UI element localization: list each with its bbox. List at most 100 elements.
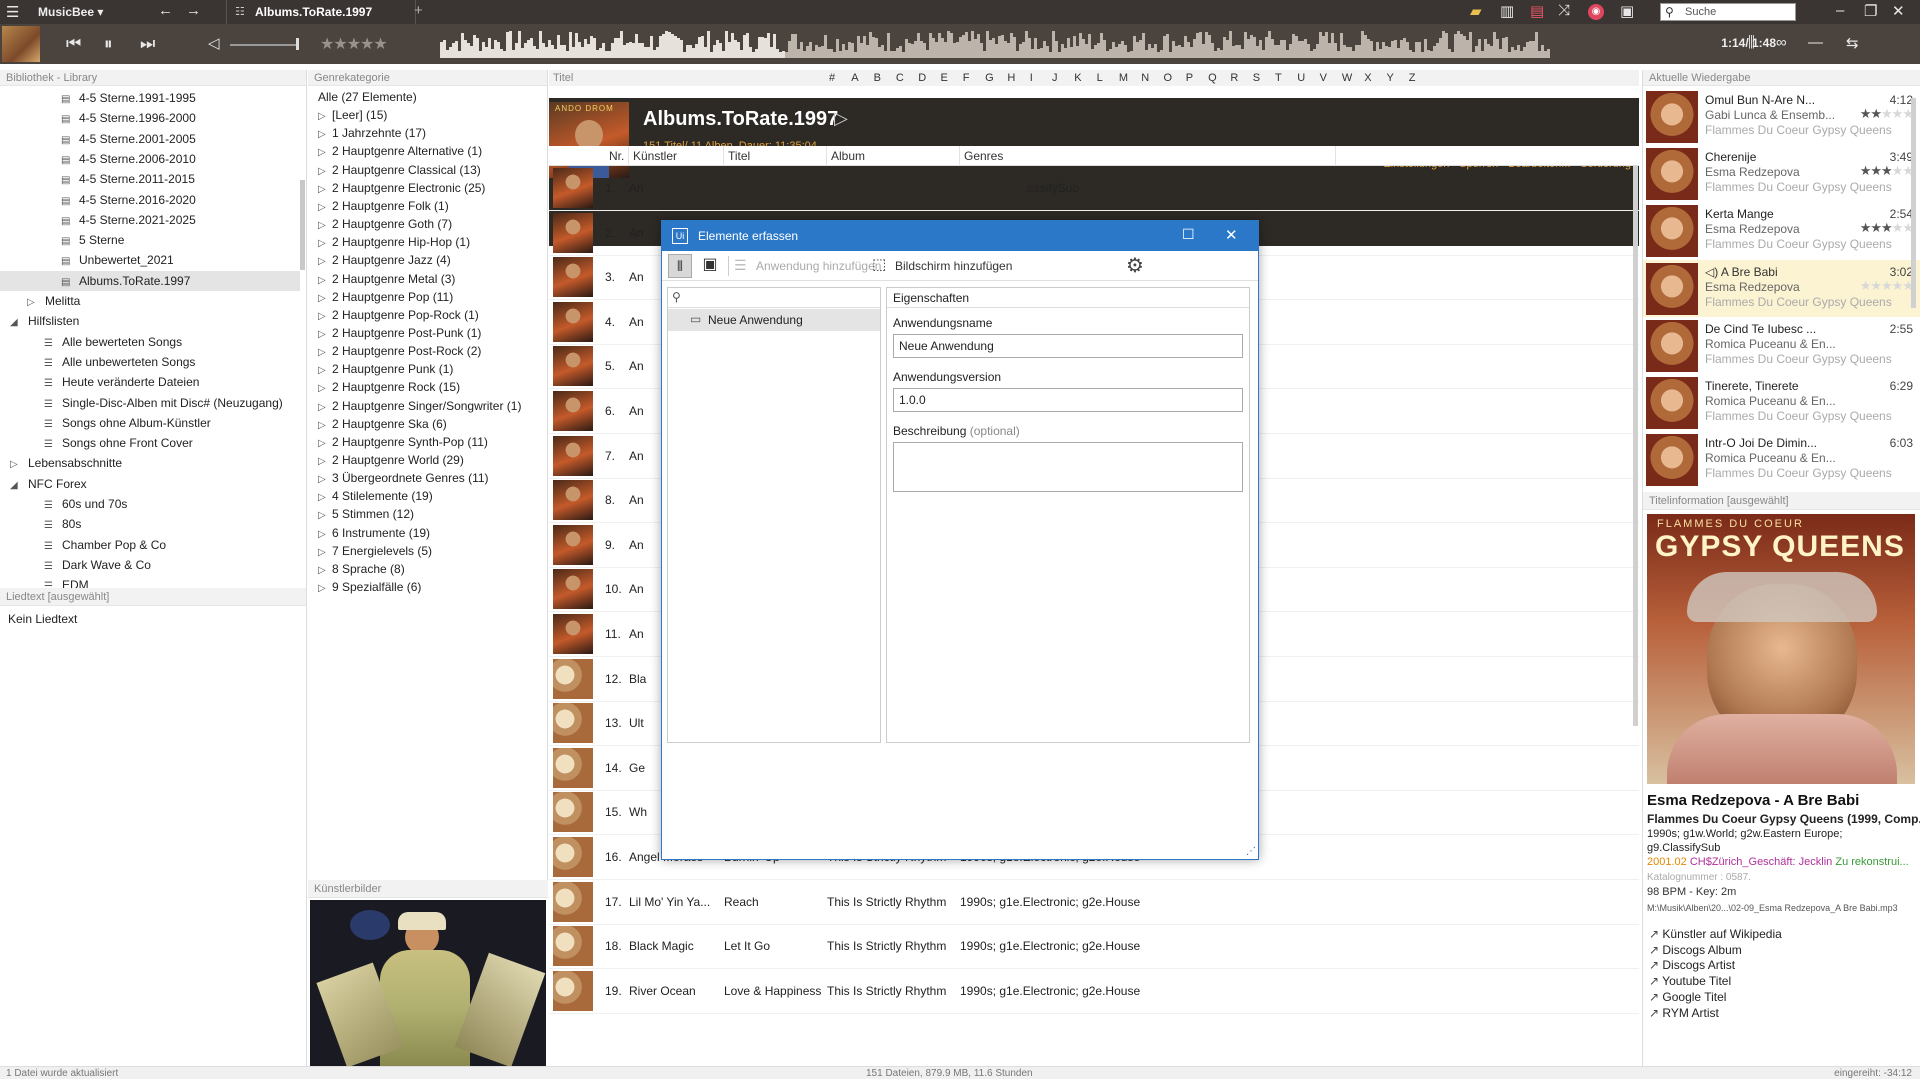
library-item[interactable]: ▤ 4-5 Sterne.2001-2005 bbox=[0, 129, 300, 149]
library-scrollbar[interactable] bbox=[300, 180, 305, 270]
genre-item[interactable]: ▷ 2 Hauptgenre Pop (11) bbox=[308, 288, 453, 306]
expand-arrow-icon[interactable]: ▷ bbox=[27, 293, 39, 313]
library-item[interactable]: ◢ Hilfslisten bbox=[0, 311, 300, 331]
jump-letter[interactable]: Z bbox=[1409, 70, 1416, 86]
queue-rating[interactable]: ★★★★★ bbox=[1860, 278, 1914, 294]
library-item[interactable]: ☰ Alle bewerteten Songs bbox=[0, 332, 300, 352]
shuffle-icon[interactable]: ⤨ bbox=[1558, 2, 1570, 19]
jump-letter[interactable]: V bbox=[1320, 70, 1327, 86]
waveform-seekbar[interactable] bbox=[440, 30, 1560, 58]
collapse-arrow-icon[interactable]: ◢ bbox=[10, 476, 22, 496]
maximize-icon[interactable]: ☐ bbox=[1182, 226, 1195, 243]
genre-item[interactable]: ▷ 3 Übergeordnete Genres (11) bbox=[308, 469, 489, 487]
jump-letter[interactable]: E bbox=[941, 70, 948, 86]
dialog-close-icon[interactable]: ✕ bbox=[1225, 226, 1238, 244]
back-arrow-icon[interactable]: ← bbox=[158, 2, 173, 19]
player-rating-stars[interactable]: ★★★★★ bbox=[320, 34, 388, 54]
jump-letter[interactable]: P bbox=[1186, 70, 1193, 86]
genre-item[interactable]: ▷ 2 Hauptgenre World (29) bbox=[308, 451, 464, 469]
table-row[interactable]: 17. Lil Mo' Yin Ya... Reach This Is Strictl… bbox=[549, 880, 1639, 925]
library-item[interactable]: ☰ Chamber Pop & Co bbox=[0, 535, 300, 555]
tree-item-new-app[interactable]: ▭ Neue Anwendung bbox=[668, 309, 880, 331]
jump-letter[interactable]: F bbox=[963, 70, 970, 86]
queue-item[interactable]: Omul Bun N-Are N... Gabi Lunca & Ensemb..… bbox=[1643, 88, 1920, 145]
tab-albums[interactable]: ☷ Albums.ToRate.1997 bbox=[226, 0, 416, 24]
repeat-icon[interactable]: ⇆ bbox=[1846, 34, 1859, 52]
jump-letter[interactable]: G bbox=[985, 70, 994, 86]
column-header[interactable]: Genres bbox=[960, 146, 1336, 166]
jump-letter[interactable]: Q bbox=[1208, 70, 1217, 86]
genre-item[interactable]: ▷ 2 Hauptgenre Pop-Rock (1) bbox=[308, 306, 479, 324]
library-item[interactable]: ▷ Lebensabschnitte bbox=[0, 453, 300, 473]
library-item[interactable]: ▷ Melitta bbox=[0, 291, 300, 311]
column-header[interactable]: Titel bbox=[724, 146, 827, 166]
genre-item[interactable]: ▷ 1 Jahrzehnte (17) bbox=[308, 124, 426, 142]
library-item[interactable]: ▤ 4-5 Sterne.2016-2020 bbox=[0, 190, 300, 210]
jump-letter[interactable]: U bbox=[1297, 70, 1305, 86]
play-album-icon[interactable]: ▷ bbox=[834, 108, 848, 129]
genre-item[interactable]: ▷ 2 Hauptgenre Folk (1) bbox=[308, 197, 449, 215]
genre-item[interactable]: ▷ 5 Stimmen (12) bbox=[308, 505, 414, 523]
collapse-arrow-icon[interactable]: ◢ bbox=[10, 313, 22, 333]
close-icon[interactable]: ✕ bbox=[1892, 2, 1905, 20]
external-link[interactable]: ↗ RYM Artist bbox=[1649, 1004, 1719, 1022]
track-scrollbar[interactable] bbox=[1633, 166, 1638, 726]
genre-item[interactable]: ▷ 2 Hauptgenre Goth (7) bbox=[308, 215, 452, 233]
queue-item[interactable]: De Cind Te Iubesc ... Romica Puceanu & En… bbox=[1643, 317, 1920, 374]
genre-item[interactable]: ▷ 2 Hauptgenre Post-Punk (1) bbox=[308, 324, 481, 342]
add-app-button[interactable]: Anwendung hinzufügen bbox=[756, 259, 881, 273]
queue-rating[interactable]: ★★★★★ bbox=[1860, 106, 1914, 122]
library-item[interactable]: ☰ 80s bbox=[0, 514, 300, 534]
app-name-input[interactable]: Neue Anwendung bbox=[893, 334, 1243, 358]
jump-letter[interactable]: H bbox=[1007, 70, 1015, 86]
jump-letter[interactable]: W bbox=[1342, 70, 1352, 86]
layout-icon[interactable]: ▥ bbox=[1500, 2, 1514, 20]
search-input[interactable]: Suche bbox=[1685, 6, 1716, 18]
genre-item[interactable]: ▷ 2 Hauptgenre Jazz (4) bbox=[308, 251, 451, 269]
jump-letter[interactable]: J bbox=[1052, 70, 1058, 86]
expand-arrow-icon[interactable]: ▷ bbox=[10, 455, 22, 475]
genre-item[interactable]: ▷ 8 Sprache (8) bbox=[308, 560, 405, 578]
library-item[interactable]: ☰ Alle unbewerteten Songs bbox=[0, 352, 300, 372]
jump-letter[interactable]: O bbox=[1164, 70, 1173, 86]
volume-slider[interactable] bbox=[230, 44, 298, 46]
tag-icon[interactable]: ▤ bbox=[1530, 2, 1544, 20]
jump-letter[interactable]: T bbox=[1275, 70, 1282, 86]
library-item[interactable]: ☰ Single-Disc-Alben mit Disc# (Neuzugang) bbox=[0, 393, 300, 413]
table-row[interactable]: 18. Black Magic Let It Go This Is Strictly … bbox=[549, 924, 1639, 970]
library-item[interactable]: ▤ 4-5 Sterne.2021-2025 bbox=[0, 210, 300, 230]
genre-item[interactable]: ▷ 2 Hauptgenre Hip-Hop (1) bbox=[308, 233, 470, 251]
genre-item[interactable]: ▷ 2 Hauptgenre Ska (6) bbox=[308, 415, 447, 433]
queue-item[interactable]: Kerta Mange Esma Redzepova Flammes Du Coeu… bbox=[1643, 202, 1920, 259]
search-box[interactable]: ⚲ Suche bbox=[1660, 3, 1796, 21]
forward-arrow-icon[interactable]: → bbox=[186, 2, 201, 19]
jump-letter[interactable]: X bbox=[1364, 70, 1371, 86]
library-item[interactable]: ▤ 4-5 Sterne.2011-2015 bbox=[0, 169, 300, 189]
track-info-cover[interactable]: FLAMMES DU COEUR GYPSY QUEENS bbox=[1647, 514, 1915, 784]
jump-letter[interactable]: Y bbox=[1387, 70, 1394, 86]
equalizer-icon[interactable]: ⫼ bbox=[1748, 34, 1755, 51]
jump-letter[interactable]: K bbox=[1074, 70, 1081, 86]
genre-item[interactable]: ▷ 2 Hauptgenre Post-Rock (2) bbox=[308, 342, 481, 360]
jump-letter[interactable]: M bbox=[1119, 70, 1128, 86]
genre-item[interactable]: ▷ 2 Hauptgenre Electronic (25) bbox=[308, 179, 485, 197]
library-item[interactable]: ☰ Songs ohne Front Cover bbox=[0, 433, 300, 453]
library-item[interactable]: ☰ Heute veränderte Dateien bbox=[0, 372, 300, 392]
table-row[interactable]: 1.AnassifySub★★★★7:53 bbox=[549, 166, 1639, 211]
stop-after-icon[interactable]: — bbox=[1808, 34, 1823, 51]
jump-letter[interactable]: C bbox=[896, 70, 904, 86]
queue-rating[interactable]: ★★★★★ bbox=[1860, 220, 1914, 236]
expand-arrow-icon[interactable]: ▷ bbox=[318, 580, 330, 598]
library-item[interactable]: ▤ Albums.ToRate.1997 bbox=[0, 270, 300, 291]
library-item[interactable]: ▤ 5 Sterne bbox=[0, 230, 300, 250]
folder-icon[interactable]: ▰ bbox=[1470, 2, 1482, 20]
minimize-icon[interactable]: – bbox=[1836, 2, 1844, 19]
library-item[interactable]: ▤ 4-5 Sterne.1996-2000 bbox=[0, 108, 300, 128]
table-row[interactable]: 19. River Ocean Love & Happiness (...This … bbox=[549, 969, 1639, 1014]
column-header[interactable]: Album bbox=[827, 146, 960, 166]
library-item[interactable]: ▤ 4-5 Sterne.2006-2010 bbox=[0, 149, 300, 169]
queue-item[interactable]: Intr-O Joi De Dimin... Romica Puceanu & E… bbox=[1643, 431, 1920, 488]
genre-item[interactable]: ▷ 4 Stilelemente (19) bbox=[308, 487, 433, 505]
new-tab-icon[interactable]: + bbox=[414, 2, 423, 19]
genre-item[interactable]: ▷ 2 Hauptgenre Singer/Songwriter (1) bbox=[308, 397, 521, 415]
